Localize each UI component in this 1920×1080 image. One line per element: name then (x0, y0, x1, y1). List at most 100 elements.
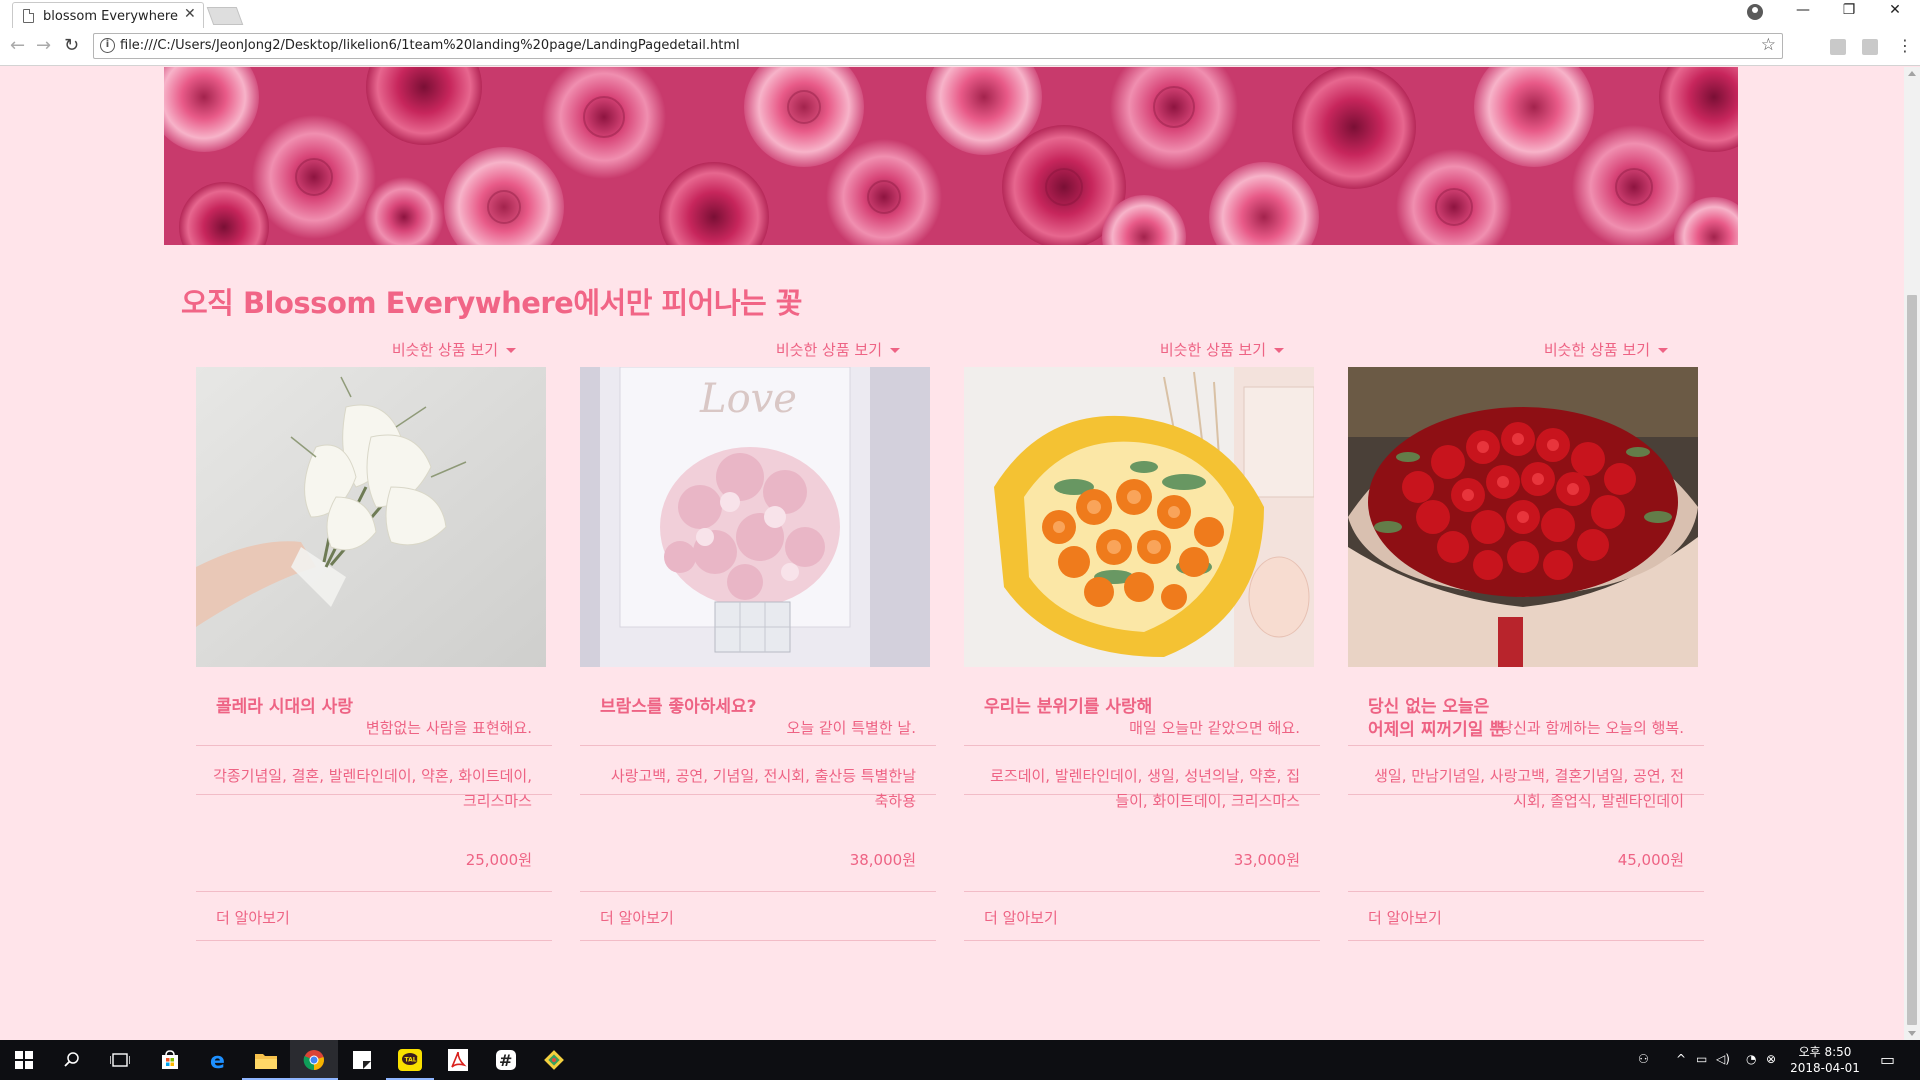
profile-icon[interactable] (1747, 4, 1763, 20)
product-description: 오늘 같이 특별한 날. (786, 719, 916, 737)
bookmark-star-icon[interactable]: ☆ (1761, 35, 1776, 55)
product-price: 25,000원 (465, 851, 532, 869)
product-card: 비슷한 상품 보기 콜레라 시대의 사랑 변함없는 사람을 표현해요. 각종기념… (196, 339, 552, 1039)
divider (196, 891, 552, 892)
divider (196, 940, 552, 941)
extension-icon[interactable] (1862, 39, 1878, 55)
divider (964, 745, 1320, 746)
action-center-icon[interactable]: ▭ (1880, 1050, 1895, 1069)
similar-products-dropdown[interactable]: 비슷한 상품 보기 (392, 339, 516, 360)
divider (580, 940, 936, 941)
similar-products-dropdown[interactable]: 비슷한 상품 보기 (1160, 339, 1284, 360)
hero-roses-banner (164, 67, 1738, 245)
volume-icon[interactable]: ◁) (1716, 1052, 1730, 1066)
extension-icon[interactable] (1830, 39, 1846, 55)
similar-products-dropdown[interactable]: 비슷한 상품 보기 (1544, 339, 1668, 360)
close-window-button[interactable]: ✕ (1872, 2, 1918, 18)
product-description: 매일 오늘만 같았으면 해요. (1129, 719, 1300, 737)
svg-text:#: # (499, 1051, 512, 1070)
tab-title: blossom Everywhere (43, 9, 178, 24)
forward-icon[interactable]: → (36, 35, 51, 56)
sticky-notes-icon[interactable] (338, 1040, 386, 1080)
store-icon[interactable] (146, 1040, 194, 1080)
search-icon[interactable] (48, 1040, 96, 1080)
product-occasions: 사랑고백, 공연, 기념일, 전시회, 출산등 특별한날 축하용 (610, 767, 916, 810)
page-viewport: 오직 Blossom Everywhere에서만 피어나는 꽃 비슷한 상품 보… (0, 67, 1904, 1040)
product-description: 변함없는 사람을 표현해요. (365, 719, 532, 737)
learn-more-link[interactable]: 더 알아보기 (216, 907, 290, 928)
page-scrollbar[interactable] (1904, 67, 1920, 1040)
minimize-button[interactable]: — (1780, 2, 1826, 18)
svg-text:e: e (210, 1049, 225, 1071)
new-tab-button[interactable] (206, 7, 244, 25)
battery-icon[interactable]: ▭ (1696, 1052, 1707, 1066)
network-icon[interactable]: ◔ (1746, 1052, 1756, 1066)
browser-toolbar: ← → ↻ i file:///C:/Users/JeonJong2/Deskt… (0, 28, 1920, 66)
product-image-hydrangea[interactable]: Love (580, 367, 930, 667)
task-view-icon[interactable] (96, 1040, 144, 1080)
learn-more-link[interactable]: 더 알아보기 (984, 907, 1058, 928)
product-card: 비슷한 상품 보기 우리는 분위기를 사랑해 매일 오늘만 같았으면 해요. 로… (964, 339, 1320, 1039)
similar-products-label: 비슷한 상품 보기 (775, 341, 882, 359)
restore-button[interactable]: ❐ (1826, 2, 1872, 18)
product-occasions: 생일, 만남기념일, 사랑고백, 결혼기념일, 공연, 전시회, 졸업식, 발렌… (1374, 767, 1684, 810)
site-info-icon[interactable]: i (100, 38, 115, 53)
learn-more-link[interactable]: 더 알아보기 (600, 907, 674, 928)
similar-products-dropdown[interactable]: 비슷한 상품 보기 (776, 339, 900, 360)
divider (1348, 891, 1704, 892)
url-text[interactable]: file:///C:/Users/JeonJong2/Desktop/likel… (120, 38, 740, 53)
learn-more-link[interactable]: 더 알아보기 (1368, 907, 1442, 928)
browser-tab[interactable]: blossom Everywhere ✕ (12, 2, 204, 28)
svg-text:TALK: TALK (405, 1057, 422, 1064)
address-bar[interactable]: i file:///C:/Users/JeonJong2/Desktop/lik… (93, 33, 1783, 59)
divider (580, 891, 936, 892)
product-title: 콜레라 시대의 사랑 (216, 697, 353, 717)
product-image-red-roses[interactable] (1348, 367, 1698, 667)
product-image-calla-lily[interactable] (196, 367, 546, 667)
windows-start-icon[interactable] (0, 1040, 48, 1080)
product-title: 우리는 분위기를 사랑해 (984, 697, 1153, 717)
svg-text:Love: Love (699, 376, 797, 422)
page-icon (23, 9, 34, 23)
product-price: 33,000원 (1233, 851, 1300, 869)
tab-close-icon[interactable]: ✕ (184, 6, 196, 22)
divider (580, 745, 936, 746)
notification-blocked-icon[interactable]: ⊗ (1766, 1052, 1776, 1066)
chrome-menu-icon[interactable]: ⋮ (1897, 36, 1913, 55)
product-description: 당신과 함께하는 오늘의 행복. (1499, 719, 1684, 737)
scroll-up-icon[interactable] (1908, 71, 1916, 76)
caret-down-icon (506, 348, 516, 353)
chrome-icon[interactable] (290, 1040, 338, 1080)
file-explorer-icon[interactable] (242, 1040, 290, 1080)
divider (964, 940, 1320, 941)
clock-date[interactable]: 2018-04-01 (1790, 1061, 1860, 1075)
git-icon[interactable] (530, 1040, 578, 1080)
product-price: 45,000원 (1617, 851, 1684, 869)
product-title: 브람스를 좋아하세요? (600, 697, 757, 717)
tray-chevron-up-icon[interactable]: ^ (1676, 1052, 1686, 1066)
back-icon[interactable]: ← (10, 35, 25, 56)
product-card: 비슷한 상품 보기 당신 없는 오늘은 어제의 찌꺼기일 뿐 당신과 함께하는 … (1348, 339, 1704, 1039)
acrobat-icon[interactable] (434, 1040, 482, 1080)
caret-down-icon (1658, 348, 1668, 353)
slack-icon[interactable]: # (482, 1040, 530, 1080)
product-card: 비슷한 상품 보기 Love 브람스를 좋아하세요? 오늘 같이 특별한 날. (580, 339, 936, 1039)
caret-down-icon (1274, 348, 1284, 353)
similar-products-label: 비슷한 상품 보기 (1543, 341, 1650, 359)
divider (196, 745, 552, 746)
clock-time[interactable]: 오후 8:50 (1790, 1043, 1860, 1060)
edge-icon[interactable]: e (194, 1040, 242, 1080)
product-price: 38,000원 (849, 851, 916, 869)
browser-titlebar: blossom Everywhere ✕ — ❐ ✕ (0, 0, 1920, 28)
people-icon[interactable]: ⚇ (1638, 1052, 1649, 1066)
caret-down-icon (890, 348, 900, 353)
kakaotalk-icon[interactable]: TALK (386, 1040, 434, 1080)
product-image-orange-roses[interactable] (964, 367, 1314, 667)
section-title: 오직 Blossom Everywhere에서만 피어나는 꽃 (181, 286, 802, 320)
reload-icon[interactable]: ↻ (64, 35, 79, 56)
scroll-thumb[interactable] (1907, 295, 1917, 1025)
divider (1348, 745, 1704, 746)
scroll-down-icon[interactable] (1908, 1031, 1916, 1036)
product-occasions: 각종기념일, 결혼, 발렌타인데이, 약혼, 화이트데이, 크리스마스 (213, 767, 532, 810)
similar-products-label: 비슷한 상품 보기 (391, 341, 498, 359)
